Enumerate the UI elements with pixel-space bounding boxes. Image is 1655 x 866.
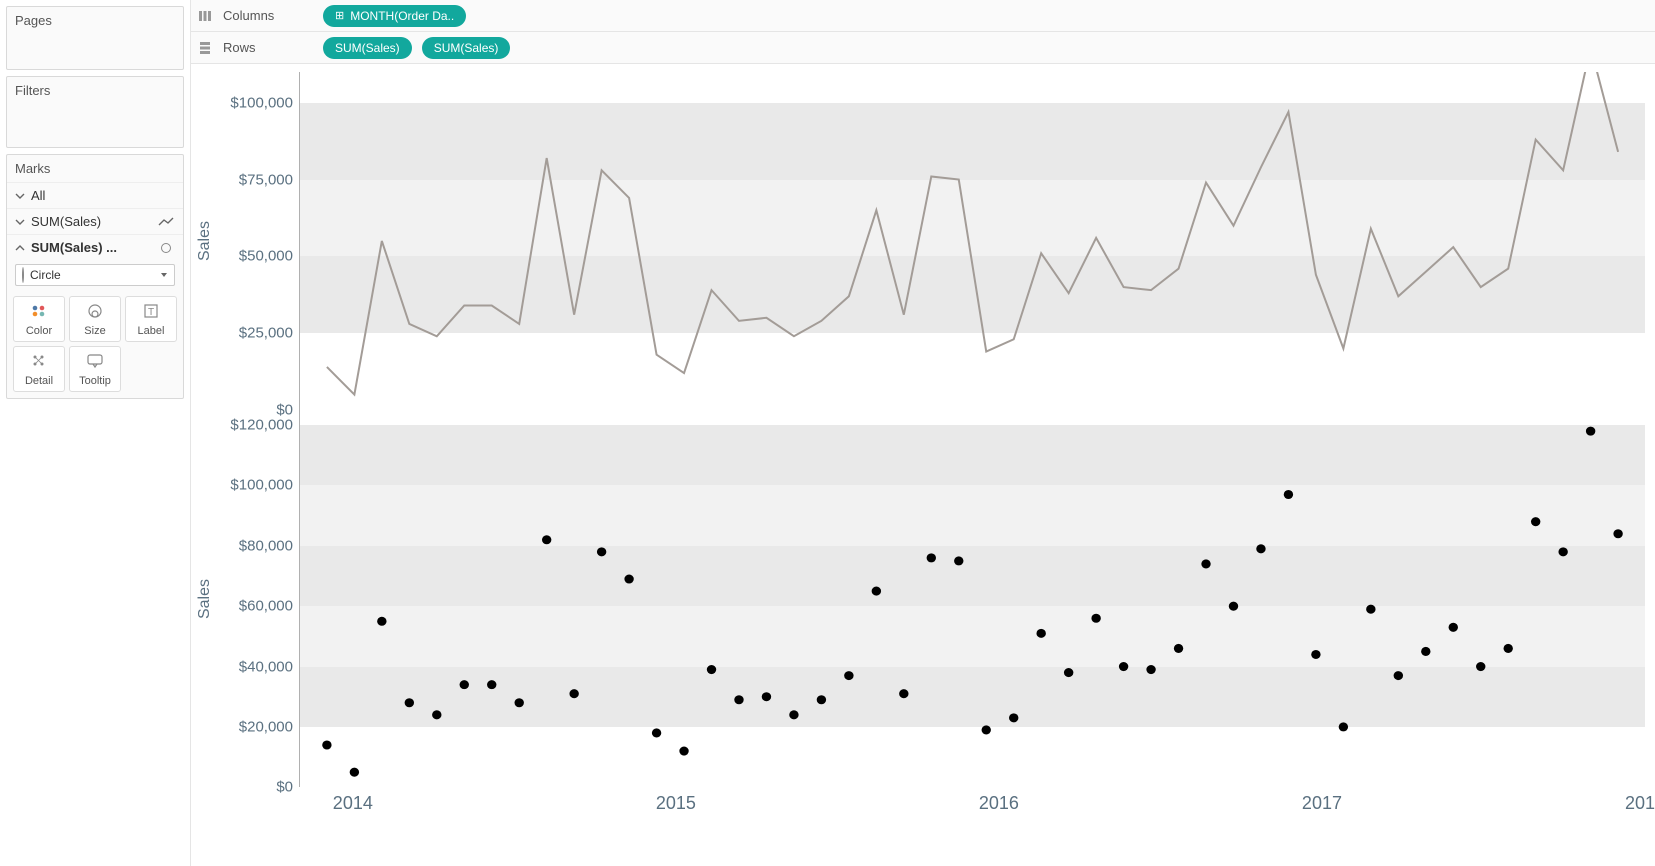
marks-all-row[interactable]: All (7, 182, 183, 208)
size-button[interactable]: Size (69, 296, 121, 342)
plot-area-top[interactable] (299, 72, 1645, 410)
columns-pill-month[interactable]: ⊞ MONTH(Order Da.. (323, 5, 466, 27)
tooltip-label: Tooltip (79, 375, 111, 387)
label-label: Label (138, 325, 165, 337)
rows-shelf[interactable]: Rows SUM(Sales) SUM(Sales) (191, 32, 1655, 64)
marks-buttons: Color Size T Label (7, 290, 183, 398)
columns-label: Columns (223, 8, 313, 23)
x-tick-label: 2014 (333, 793, 373, 814)
mark-type-label: Circle (30, 268, 61, 282)
svg-text:T: T (148, 307, 154, 318)
filters-shelf[interactable]: Filters (6, 76, 184, 148)
x-axis: 20142015201620172018 (191, 787, 1645, 858)
y-axis-ticks-bottom: $0$20,000$40,000$60,000$80,000$100,000$1… (219, 410, 299, 787)
chart-line: Sales $0$25,000$50,000$75,000$100,000 (191, 72, 1645, 410)
marks-card: Marks All SUM(Sales) SUM( (6, 154, 184, 399)
tooltip-button[interactable]: Tooltip (69, 346, 121, 392)
pill-text: SUM(Sales) (335, 41, 400, 55)
y-tick-label: $120,000 (230, 417, 293, 434)
mark-type-dropdown[interactable]: Circle (15, 264, 175, 286)
circle-icon (22, 268, 24, 282)
size-icon (86, 302, 104, 323)
color-icon (30, 302, 48, 323)
y-tick-label: $20,000 (239, 718, 293, 735)
label-icon: T (142, 302, 160, 323)
tooltip-icon (86, 352, 104, 373)
pages-shelf[interactable]: Pages (6, 6, 184, 70)
x-tick-label: 2018 (1625, 793, 1655, 814)
marks-layer-label: SUM(Sales) (31, 214, 151, 229)
x-tick-label: 2017 (1302, 793, 1342, 814)
plus-icon: ⊞ (335, 9, 344, 22)
y-tick-label: $50,000 (239, 248, 293, 265)
filters-title: Filters (7, 77, 183, 104)
color-button[interactable]: Color (13, 296, 65, 342)
plot-area-bottom[interactable] (299, 410, 1645, 787)
y-tick-label: $80,000 (239, 537, 293, 554)
pill-text: MONTH(Order Da.. (350, 9, 454, 23)
y-tick-label: $60,000 (239, 598, 293, 615)
chart-scatter: Sales $0$20,000$40,000$60,000$80,000$100… (191, 410, 1645, 787)
marks-layer-label: SUM(Sales) ... (31, 240, 151, 255)
pages-title: Pages (7, 7, 183, 34)
rows-label: Rows (223, 40, 313, 55)
rows-icon (197, 41, 213, 55)
left-sidebar: Pages Filters Marks All SUM(Sales) (0, 0, 190, 866)
y-tick-label: $100,000 (230, 477, 293, 494)
y-tick-label: $75,000 (239, 171, 293, 188)
rows-pill-1[interactable]: SUM(Sales) (323, 37, 412, 59)
detail-button[interactable]: Detail (13, 346, 65, 392)
pill-text: SUM(Sales) (434, 41, 499, 55)
x-tick-label: 2016 (979, 793, 1019, 814)
main-area: Columns ⊞ MONTH(Order Da.. Rows SUM(Sale… (190, 0, 1655, 866)
marks-layer-1[interactable]: SUM(Sales) (7, 208, 183, 234)
y-axis-title-bottom: Sales (191, 410, 219, 787)
circle-mark-icon (157, 243, 175, 253)
y-axis-ticks-top: $0$25,000$50,000$75,000$100,000 (219, 72, 299, 410)
y-tick-label: $25,000 (239, 325, 293, 342)
marks-all-label: All (31, 188, 45, 203)
chevron-down-icon (15, 191, 25, 201)
marks-title: Marks (7, 155, 183, 182)
y-tick-label: $100,000 (230, 94, 293, 111)
rows-pill-2[interactable]: SUM(Sales) (422, 37, 511, 59)
x-axis-ticks: 20142015201620172018 (299, 787, 1645, 858)
y-tick-label: $40,000 (239, 658, 293, 675)
dropdown-arrow-icon (160, 268, 168, 282)
size-label: Size (84, 325, 105, 337)
detail-icon (30, 352, 48, 373)
chevron-up-icon (15, 243, 25, 253)
line-mark-icon (157, 217, 175, 227)
color-label: Color (26, 325, 52, 337)
chevron-down-icon (15, 217, 25, 227)
y-axis-title-top: Sales (191, 72, 219, 410)
y-tick-label: $0 (276, 779, 293, 796)
detail-label: Detail (25, 375, 53, 387)
columns-icon (197, 9, 213, 23)
columns-shelf[interactable]: Columns ⊞ MONTH(Order Da.. (191, 0, 1655, 32)
viz-canvas[interactable]: Sales $0 $25,000 $50,000 $75,000 $100,000 Sa… (191, 64, 1655, 866)
x-tick-label: 2015 (656, 793, 696, 814)
marks-layer-2[interactable]: SUM(Sales) ... (7, 234, 183, 260)
label-button[interactable]: T Label (125, 296, 177, 342)
